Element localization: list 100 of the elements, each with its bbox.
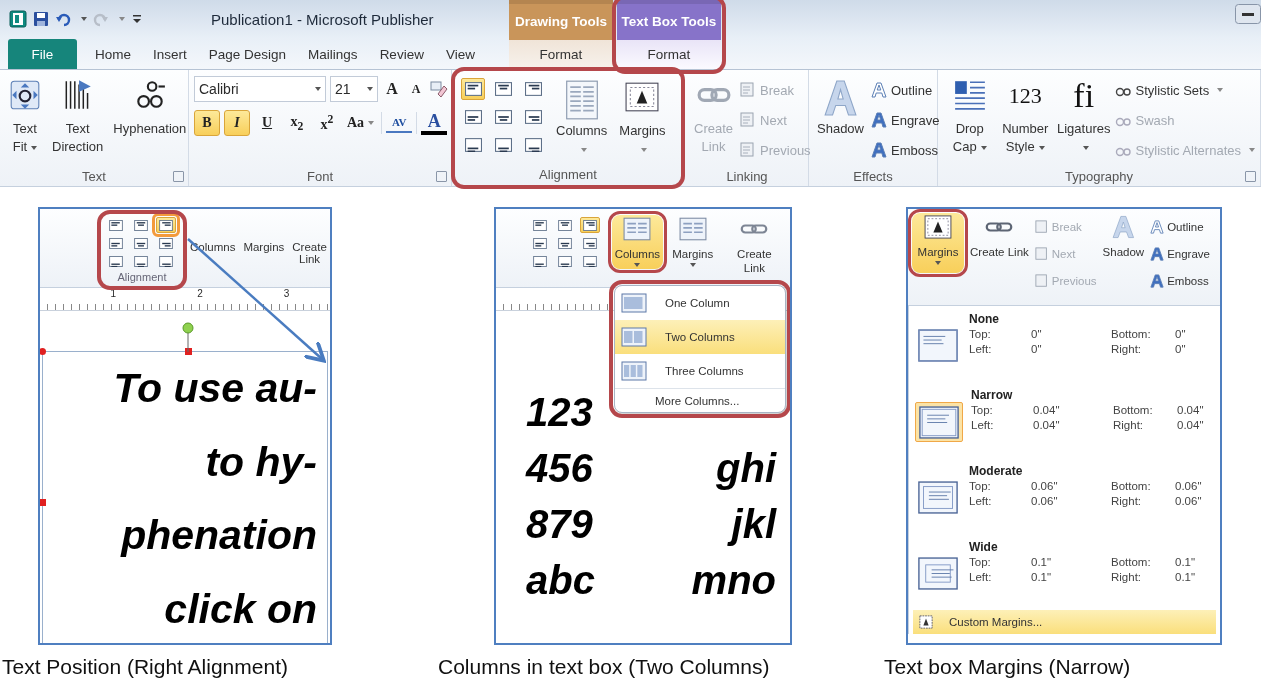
text-position-button[interactable] [106, 253, 126, 269]
font-color-button[interactable]: A [421, 111, 448, 135]
create-link-button[interactable]: Create Link [966, 213, 1033, 261]
ribbon-tab[interactable]: View [435, 39, 485, 69]
font-size-field[interactable]: 21 [330, 76, 378, 102]
ribbon-tab[interactable]: Home [85, 39, 141, 69]
text-position-button[interactable] [580, 235, 600, 251]
text-position-button[interactable] [530, 235, 550, 251]
resize-handle-icon[interactable] [40, 499, 46, 506]
ribbon-button[interactable]: Hyphenation [110, 76, 190, 138]
text-position-button[interactable] [156, 253, 176, 269]
menu-item[interactable]: Narrow Top: 0.04" Bottom: 0.04" Left: 0.04" Right: 0.04" [909, 382, 1220, 458]
caret-icon [368, 121, 375, 125]
text-position-button[interactable] [555, 253, 575, 269]
caret-icon [634, 263, 641, 267]
margin-label: Top: [969, 328, 992, 340]
ribbon-button[interactable]: Outline [1150, 215, 1210, 239]
text-position-button[interactable] [555, 217, 575, 233]
group-label: Text [82, 168, 106, 184]
format-toggle[interactable]: B [194, 110, 220, 136]
ribbon-tab[interactable]: Insert [143, 39, 197, 69]
ribbon-button[interactable]: Engrave [1150, 242, 1210, 266]
resize-handle-icon[interactable] [40, 348, 46, 355]
text-position-button[interactable] [131, 253, 151, 269]
rotation-handle-icon[interactable] [182, 322, 194, 352]
text-position-button[interactable] [156, 235, 176, 251]
create-link-button[interactable]: Create Link [292, 215, 327, 265]
ribbon-button[interactable]: Stylistic Sets [1115, 78, 1255, 102]
ribbon-button[interactable]: Drop Cap [943, 76, 997, 156]
ribbon-button[interactable]: Text Direction [49, 76, 107, 156]
ribbon-button[interactable]: Emboss [871, 138, 940, 162]
margin-label: Top: [971, 404, 994, 416]
shadow-button[interactable]: Shadow [1098, 213, 1149, 261]
ribbon-tab[interactable]: Page Design [198, 39, 297, 69]
menu-item[interactable]: One Column [615, 286, 785, 320]
caret-icon [689, 263, 696, 267]
app-icon[interactable] [9, 10, 27, 28]
create-link-button[interactable]: Create Link [722, 215, 786, 277]
ribbon-button[interactable]: Columns [553, 78, 611, 158]
format-toggle[interactable]: x$^{2}$ [314, 110, 340, 136]
ribbon-tab[interactable]: File [8, 39, 77, 69]
ribbon-button[interactable]: Margins [616, 78, 669, 158]
character-spacing-button[interactable]: AV [386, 113, 413, 133]
menu-item[interactable]: None Top: 0" Bottom: 0" Left: 0" Right: 0" [909, 306, 1220, 382]
text-line: 456 [526, 445, 593, 492]
text-position-button[interactable] [530, 217, 550, 233]
menu-item[interactable]: Moderate Top: 0.06" Bottom: 0.06" Left: 0.06" Right: 0.06" [909, 458, 1220, 534]
ribbon-button[interactable]: 123 Number Style [998, 76, 1052, 156]
dialog-launcher-icon[interactable] [1245, 171, 1256, 182]
columns-icon [564, 80, 599, 120]
undo-icon[interactable] [55, 11, 71, 27]
text-position-button[interactable] [131, 235, 151, 251]
ribbon-button[interactable]: Engrave [871, 108, 940, 132]
menu-item[interactable]: Custom Margins... [913, 610, 1216, 634]
ribbon-button[interactable]: Outline [871, 78, 940, 102]
text-position-button[interactable] [461, 78, 485, 100]
margin-value: 0.1" [1031, 556, 1053, 568]
ribbon-tab[interactable]: Mailings [298, 39, 368, 69]
text-position-button[interactable] [530, 253, 550, 269]
text-position-button[interactable] [106, 235, 126, 251]
context-tab-header: Drawing Tools [509, 0, 613, 40]
customize-toolbar-icon[interactable] [131, 13, 143, 25]
font-name-field[interactable]: Calibri [194, 76, 326, 102]
preset-name: Narrow [971, 388, 1014, 402]
shrink-font-button[interactable]: A [406, 81, 426, 97]
text-position-button[interactable] [131, 217, 151, 233]
menu-item[interactable]: Wide Top: 0.1" Bottom: 0.1" Left: 0.1" Right: 0.1" [909, 534, 1220, 610]
group-label: Linking [726, 168, 768, 184]
save-icon[interactable] [33, 11, 49, 27]
text-position-button[interactable] [106, 217, 126, 233]
text-position-button[interactable] [580, 253, 600, 269]
text-position-button[interactable] [555, 235, 575, 251]
minimize-icon[interactable] [1235, 4, 1261, 24]
resize-handle-icon[interactable] [185, 348, 192, 355]
menu-item[interactable]: Two Columns [615, 320, 785, 354]
grow-font-button[interactable]: A [382, 80, 402, 98]
menu-item[interactable]: Three Columns [615, 354, 785, 388]
shadow-letter-icon [823, 78, 858, 118]
ribbon-button[interactable]: Margins [668, 215, 717, 269]
ribbon-button[interactable]: Emboss [1150, 269, 1210, 293]
format-toggle[interactable]: U [254, 110, 280, 136]
ribbon-button[interactable]: Margins [243, 215, 285, 253]
dialog-launcher-icon[interactable] [436, 171, 447, 182]
format-toggle[interactable]: I [224, 110, 250, 136]
margin-label: Left: [969, 571, 993, 583]
text-position-button[interactable] [580, 217, 600, 233]
ribbon-tab[interactable]: Review [369, 39, 434, 69]
margin-value: 0.06" [1031, 495, 1059, 507]
format-toggle[interactable]: x$_{2}$ [284, 110, 310, 136]
text-line: 879 [526, 501, 593, 548]
format-toggle[interactable]: Aa [344, 110, 378, 136]
ribbon-button[interactable]: Text Fit [5, 76, 45, 156]
ribbon-button[interactable]: fi Ligatures [1054, 76, 1114, 156]
page-link-icon [1034, 274, 1049, 288]
caret-icon[interactable] [81, 17, 87, 21]
menu-item[interactable]: More Columns... [615, 388, 785, 412]
eraser-icon[interactable] [430, 80, 448, 98]
dialog-launcher-icon[interactable] [173, 171, 184, 182]
shadow-button[interactable]: Shadow [814, 76, 867, 138]
margin-value: 0" [1175, 328, 1187, 340]
